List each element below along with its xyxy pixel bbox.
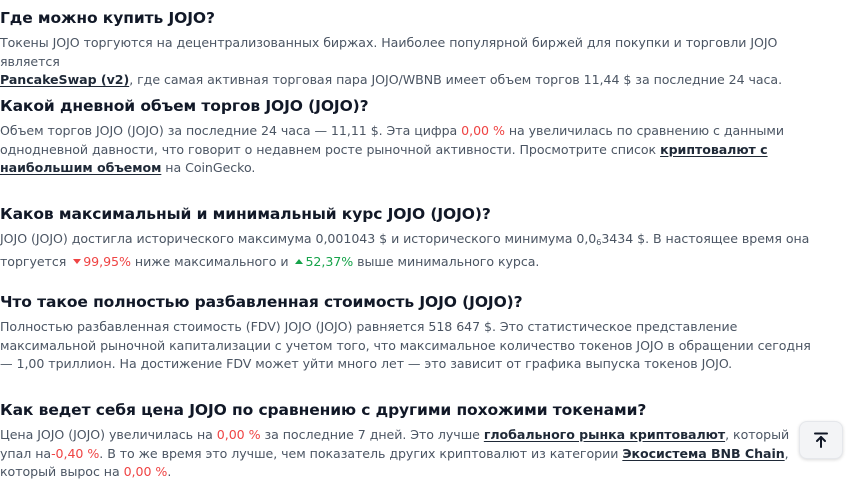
- caret-up-icon: [295, 258, 304, 264]
- faq-question: Какой дневной объем торгов JOJO (JOJO)?: [0, 97, 369, 115]
- above-atl-percent: 52,37%: [292, 254, 353, 269]
- faq-item: Как ведет себя цена JOJO по сравнению с …: [0, 400, 839, 482]
- below-ath-percent: 99,95%: [70, 254, 131, 269]
- global-market-link[interactable]: глобального рынка криптовалют: [484, 427, 725, 442]
- price-change-percent: 0,00 %: [216, 427, 261, 442]
- faq-question: Как ведет себя цена JOJO по сравнению с …: [0, 401, 647, 419]
- faq-question: Где можно купить JOJO?: [0, 9, 215, 27]
- arrow-up-to-line-icon: [814, 432, 828, 448]
- faq-answer: Цена JOJO (JOJO) увеличилась на 0,00 % з…: [0, 427, 790, 480]
- scroll-to-top-button[interactable]: [799, 421, 843, 459]
- faq-answer: Токены JOJO торгуются на децентрализован…: [0, 35, 783, 88]
- faq-answer: JOJO (JOJO) достигла исторического макси…: [0, 231, 810, 269]
- faq-answer: Объем торгов JOJO (JOJO) за последние 24…: [0, 123, 785, 176]
- global-market-percent: -0,40 %: [51, 445, 100, 461]
- faq-item: Какой дневной объем торгов JOJO (JOJO)? …: [0, 96, 839, 178]
- caret-down-icon: [73, 258, 82, 264]
- bnb-ecosystem-link[interactable]: Экосистема BNB Chain: [622, 446, 784, 461]
- faq-answer: Полностью разбавленная стоимость (FDV) J…: [0, 319, 811, 372]
- faq-question: Каков максимальный и минимальный курс JO…: [0, 205, 491, 223]
- faq-item: Каков максимальный и минимальный курс JO…: [0, 204, 839, 271]
- faq-item: Что такое полностью разбавленная стоимос…: [0, 292, 839, 374]
- pancakeswap-link[interactable]: PancakeSwap (v2): [0, 72, 129, 87]
- category-percent: 0,00 %: [123, 464, 168, 480]
- faq-question: Что такое полностью разбавленная стоимос…: [0, 293, 523, 311]
- volume-change-percent: 0,00 %: [461, 123, 505, 138]
- faq-item: Где можно купить JOJO? Токены JOJO торгу…: [0, 8, 839, 90]
